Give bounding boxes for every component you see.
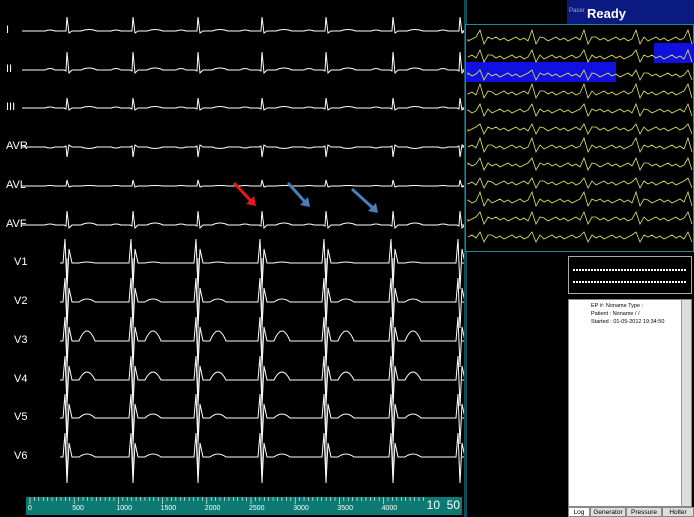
info-started: Started : 01-05-2012 19:34:50 (591, 319, 665, 325)
lead-label: AVL (6, 179, 26, 191)
ruler-tick-label: 0 (28, 505, 32, 512)
stimulator-bar (568, 256, 692, 294)
overview-trace (467, 210, 693, 225)
pacer-label: Pacer (569, 8, 585, 14)
info-patient: Patient : Noname / / (591, 311, 640, 317)
ruler-tick-label: 1500 (160, 505, 177, 512)
lead-label: AVR (6, 140, 28, 152)
selected-channel-highlight (466, 62, 616, 82)
tab-generator[interactable]: Generator (590, 507, 626, 517)
overview-trace (467, 231, 693, 243)
overview-trace (467, 28, 693, 46)
stimulator-svg (573, 269, 687, 283)
lead-label: V4 (14, 373, 28, 385)
ruler-tick-label: 2500 (249, 505, 265, 512)
time-ruler[interactable]: 0 500 1000 1500 2000 2500 3000 3500 4000 10 50 (26, 497, 462, 515)
ruler-tick-label: 1000 (116, 505, 132, 512)
lead-label: V2 (14, 295, 28, 307)
lead-label: V1 (14, 256, 28, 268)
ecg-main-view[interactable]: I II III AVR AVL AVF V1 V2 V3 V4 V5 V6 (0, 0, 464, 497)
ruler-tick-label: 500 (72, 505, 84, 512)
ruler-speed: 50 (446, 498, 460, 512)
ecg-lead-trace (22, 144, 464, 158)
overview-trace (467, 136, 693, 154)
overview-trace (467, 156, 693, 171)
lead-label: V5 (14, 411, 28, 423)
ecg-lead-trace (22, 16, 464, 34)
tab-holter[interactable]: Holter (662, 507, 694, 517)
overview-trace (467, 177, 693, 189)
lead-label: II (6, 63, 13, 75)
info-ep: EP #: Noname Type : (591, 303, 644, 309)
ruler-gain: 10 (426, 498, 440, 512)
ruler-tick-label: 3500 (337, 505, 353, 512)
blue-arrow (350, 187, 376, 211)
log-panel[interactable]: EP #: Noname Type : Patient : Noname / /… (568, 299, 692, 507)
ruler-tick-label: 4000 (381, 505, 398, 512)
overview-trace (467, 123, 693, 135)
overview-trace (467, 190, 693, 208)
tab-log[interactable]: Log (568, 507, 590, 517)
overview-traces[interactable] (465, 24, 694, 252)
overview-trace (467, 82, 693, 100)
lead-label: I (6, 24, 10, 36)
ecg-lead-trace (22, 97, 464, 111)
ecg-lead-trace (22, 51, 464, 75)
lead-label: III (6, 101, 16, 113)
tab-pressure[interactable]: Pressure (626, 507, 662, 517)
selected-channel-highlight (654, 43, 694, 63)
status-bar: Pacer Ready (567, 0, 694, 24)
status-ready: Ready (587, 6, 627, 21)
overview-trace (467, 102, 693, 117)
lead-label: V3 (14, 334, 28, 346)
ruler-tick-label: 3000 (293, 505, 309, 512)
log-scrollbar[interactable] (681, 300, 691, 506)
tab-bar: Log Generator Pressure Holter (568, 507, 694, 517)
ecg-traces (22, 16, 464, 484)
overview-svg (466, 28, 694, 243)
ruler-tick-label: 2000 (204, 505, 221, 512)
lead-label: V6 (14, 450, 28, 462)
ecg-lead-trace (22, 179, 464, 188)
ecg-lead-trace (22, 210, 464, 230)
lead-label: AVF (6, 218, 27, 230)
